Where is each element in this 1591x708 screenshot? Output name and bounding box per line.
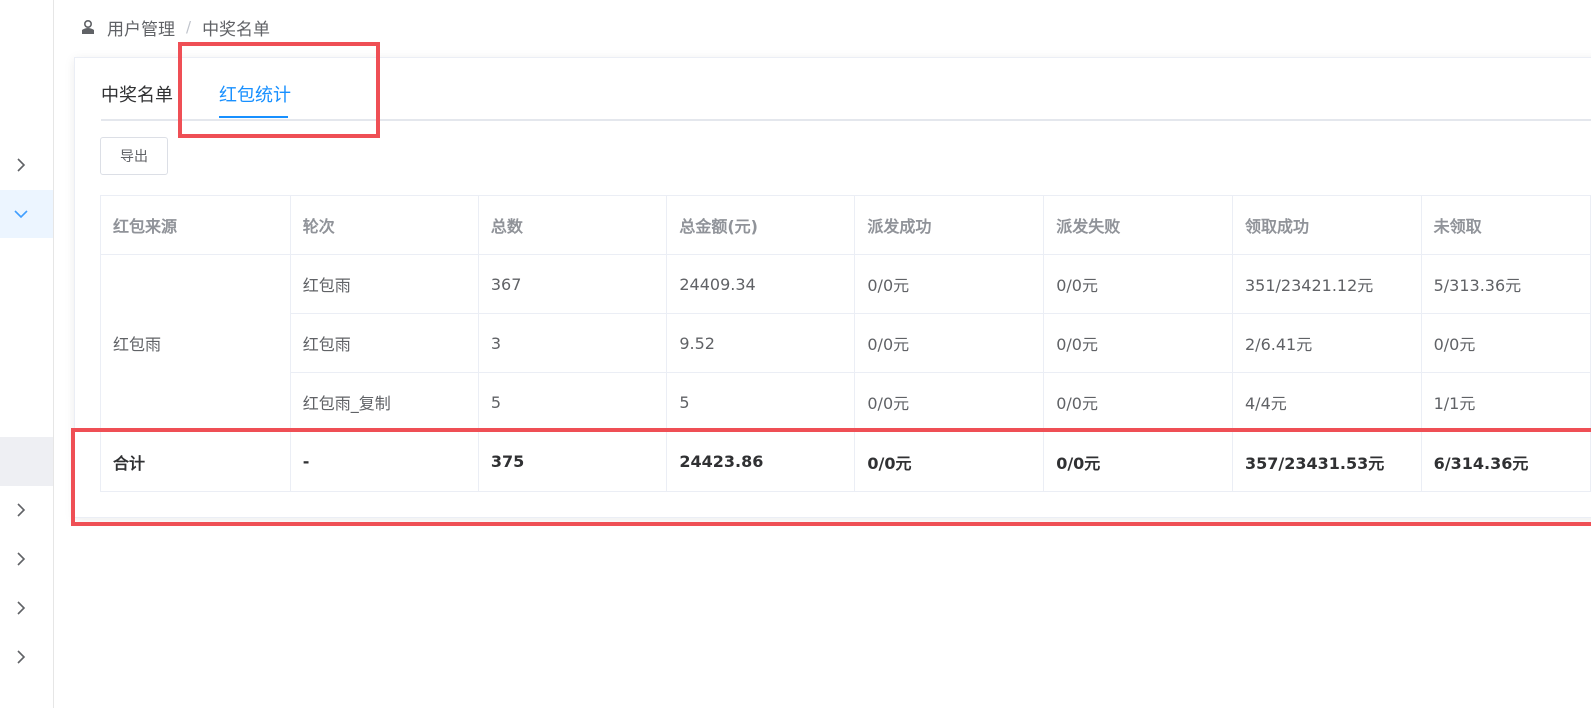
chevron-right-icon bbox=[17, 601, 26, 615]
source-cell: 红包雨 bbox=[100, 254, 291, 432]
chevron-right-icon bbox=[17, 552, 26, 566]
sidebar-menu-collapsed-2[interactable] bbox=[0, 486, 53, 534]
sidebar-menu-collapsed-3[interactable] bbox=[0, 535, 53, 583]
table-cell: 5 bbox=[477, 372, 668, 432]
sidebar-menu-collapsed-4[interactable] bbox=[0, 584, 53, 632]
table-cell: 0/0元 bbox=[854, 372, 1045, 432]
chevron-right-icon bbox=[17, 158, 26, 172]
table-cell: 1/1元 bbox=[1420, 372, 1591, 432]
column-header: 总数 bbox=[477, 195, 668, 255]
table-cell: 3 bbox=[477, 313, 668, 373]
table-cell: 9.52 bbox=[666, 313, 856, 373]
stats-table: 红包来源 轮次 总数 总金额(元) 派发成功 派发失败 领取成功 未领取 红包雨… bbox=[100, 195, 1591, 492]
column-header: 总金额(元) bbox=[666, 195, 856, 255]
export-button[interactable]: 导出 bbox=[100, 137, 168, 175]
table-cell: 357/23431.53元 bbox=[1232, 431, 1422, 492]
total-label-cell: 合计 bbox=[100, 431, 291, 492]
chevron-right-icon bbox=[17, 503, 26, 517]
breadcrumb: 用户管理 / 中奖名单 bbox=[80, 15, 271, 40]
table-row: 红包雨 红包雨 367 24409.34 0/0元 0/0元 351/23421… bbox=[100, 254, 1591, 432]
column-header: 轮次 bbox=[289, 195, 479, 255]
column-header: 领取成功 bbox=[1232, 195, 1422, 255]
sidebar-menu-collapsed-1[interactable] bbox=[0, 141, 53, 189]
table-cell: 351/23421.12元 bbox=[1232, 254, 1422, 314]
table-cell: 6/314.36元 bbox=[1420, 431, 1591, 492]
table-cell: 红包雨_复制 bbox=[289, 372, 479, 432]
tab-red-packet-stats[interactable]: 红包统计 bbox=[219, 81, 291, 107]
table-cell: 红包雨 bbox=[289, 313, 479, 373]
table-cell: 5 bbox=[666, 372, 856, 432]
table-row: 红包雨_复制 5 5 0/0元 0/0元 4/4元 1/1元 bbox=[101, 372, 1591, 432]
table-cell: 0/0元 bbox=[1043, 372, 1233, 432]
table-cell: - bbox=[289, 431, 479, 492]
table-total-row: 合计 - 375 24423.86 0/0元 0/0元 357/23431.53… bbox=[100, 431, 1591, 492]
column-header: 红包来源 bbox=[100, 195, 291, 255]
table-cell: 375 bbox=[477, 431, 668, 492]
column-header: 未领取 bbox=[1420, 195, 1591, 255]
sidebar-menu-collapsed-5[interactable] bbox=[0, 633, 53, 681]
table-cell: 24423.86 bbox=[666, 431, 856, 492]
breadcrumb-current: 中奖名单 bbox=[202, 19, 271, 40]
table-cell: 0/0元 bbox=[1420, 313, 1591, 373]
breadcrumb-root[interactable]: 用户管理 bbox=[107, 15, 175, 40]
table-cell: 367 bbox=[477, 254, 668, 314]
table-header-row: 红包来源 轮次 总数 总金额(元) 派发成功 派发失败 领取成功 未领取 bbox=[100, 195, 1591, 255]
chevron-down-icon bbox=[14, 210, 28, 219]
table-cell: 0/0元 bbox=[1043, 431, 1233, 492]
table-cell: 0/0元 bbox=[854, 313, 1045, 373]
column-header: 派发失败 bbox=[1043, 195, 1233, 255]
table-cell: 5/313.36元 bbox=[1420, 254, 1591, 314]
user-manage-icon bbox=[82, 19, 94, 34]
active-tab-indicator bbox=[219, 116, 288, 118]
table-cell: 红包雨 bbox=[289, 254, 479, 314]
table-cell: 4/4元 bbox=[1232, 372, 1422, 432]
table-cell: 0/0元 bbox=[1043, 254, 1233, 314]
table-cell: 0/0元 bbox=[1043, 313, 1233, 373]
table-cell: 0/0元 bbox=[854, 431, 1045, 492]
table-cell: 2/6.41元 bbox=[1232, 313, 1422, 373]
breadcrumb-separator: / bbox=[186, 18, 192, 36]
tab-bar: 中奖名单 红包统计 bbox=[101, 58, 1591, 121]
tab-winner-list[interactable]: 中奖名单 bbox=[101, 81, 173, 107]
table-row: 红包雨 3 9.52 0/0元 0/0元 2/6.41元 0/0元 bbox=[101, 313, 1591, 373]
table-cell: 0/0元 bbox=[854, 254, 1045, 314]
sidebar-menu-expanded[interactable] bbox=[0, 190, 53, 238]
sidebar-selected-item[interactable] bbox=[0, 437, 53, 486]
chevron-right-icon bbox=[17, 650, 26, 664]
table-cell: 24409.34 bbox=[666, 254, 856, 314]
column-header: 派发成功 bbox=[854, 195, 1045, 255]
sidebar bbox=[0, 0, 54, 708]
